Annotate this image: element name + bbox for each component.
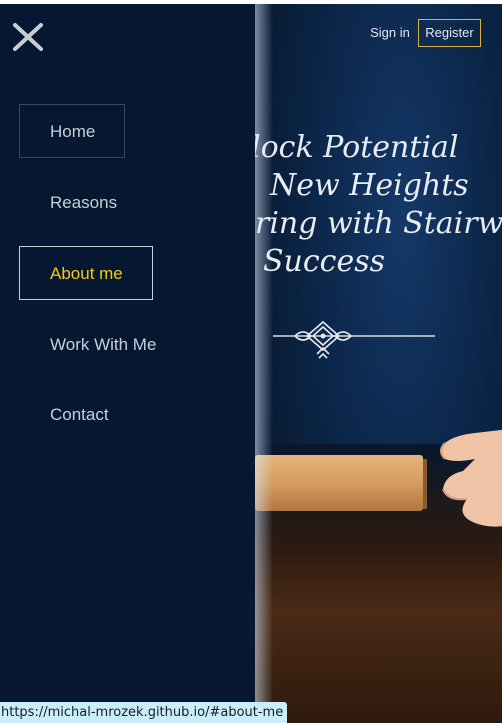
menu-item-label: Work With Me: [50, 335, 157, 354]
panel-edge-glow: [255, 4, 273, 723]
menu-item-label: Home: [50, 122, 96, 141]
menu-item-about-me[interactable]: About me: [19, 246, 153, 300]
menu-item-label: Reasons: [50, 193, 118, 212]
sign-in-link[interactable]: Sign in: [362, 20, 418, 46]
status-bar-url: https://michal-mrozek.github.io/#about-m…: [0, 702, 288, 723]
headline-line-2: New Heights: [270, 168, 469, 203]
menu-item-work-with-me[interactable]: Work With Me: [19, 317, 187, 371]
headline-line-3: ring with Stairway: [255, 206, 502, 241]
hand-image: [440, 429, 502, 527]
headline-line-4: Success: [263, 244, 386, 279]
ornament-divider-icon: [273, 320, 435, 359]
menu-item-label: Contact: [50, 405, 109, 424]
register-button[interactable]: Register: [418, 19, 481, 47]
menu-item-contact[interactable]: Contact: [19, 387, 140, 441]
hero-headline: lock Potential New Heights ring with Sta…: [255, 129, 502, 281]
menu-item-reasons[interactable]: Reasons: [19, 175, 148, 229]
wooden-block: [255, 455, 423, 511]
hero-section: lock Potential New Heights ring with Sta…: [255, 4, 502, 723]
menu-item-label: About me: [50, 264, 123, 283]
headline-line-1: lock Potential: [255, 130, 459, 165]
close-icon[interactable]: [12, 22, 44, 52]
side-menu-panel: Home Reasons About me Work With Me Conta…: [0, 4, 255, 723]
menu-item-home[interactable]: Home: [19, 104, 125, 158]
